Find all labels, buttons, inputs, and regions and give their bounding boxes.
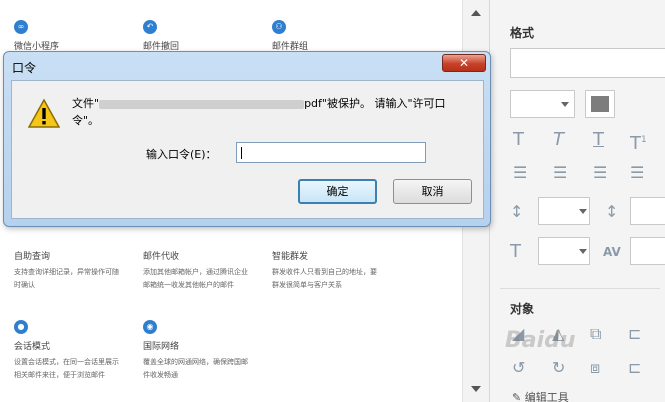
password-dialog: 口令 ✕ 文件" pdf"被保护。 请输入"许可口令"。 输入口令(E)： 确定 … xyxy=(3,51,491,227)
blurred-filename xyxy=(99,99,305,109)
link-icon: ∞ xyxy=(14,20,28,34)
feature-desc: 覆盖全球的网通网络，确保跨国邮 件收发畅通 xyxy=(143,358,248,379)
feature-name: 邮件代收 xyxy=(143,252,180,262)
dialog-body: 文件" pdf"被保护。 请输入"许可口令"。 输入口令(E)： 确定 取消 xyxy=(11,80,484,219)
text-superscript-icon[interactable]: T1 xyxy=(630,132,647,153)
feature-desc: 设置会话模式，在同一会话里展示 相关邮件来往，便于浏览邮件 xyxy=(14,358,119,379)
feature-mail-collect[interactable]: 邮件代收 添加其他邮箱帐户，通过腾讯企业 邮箱统一收发其他帐户的邮件 xyxy=(143,230,273,292)
chat-icon: ● xyxy=(14,320,28,334)
feature-desc: 支持查询详细记录，异常操作可随 时确认 xyxy=(14,268,119,289)
feature-name: 国际网络 xyxy=(143,342,180,352)
feature-conversation[interactable]: ● 会话模式 设置会话模式，在同一会话里展示 相关邮件来往，便于浏览邮件 xyxy=(14,320,144,382)
align-objects-icon[interactable]: ⊏ xyxy=(628,326,641,342)
feature-name: 会话模式 xyxy=(14,342,51,352)
align-center-icon[interactable]: ☰ xyxy=(553,165,567,181)
color-swatch xyxy=(591,96,609,112)
line-spacing-select[interactable] xyxy=(538,197,590,225)
panel-divider xyxy=(500,288,660,289)
text-scale-icon[interactable]: T xyxy=(510,243,521,261)
char-spacing-select[interactable] xyxy=(630,237,665,265)
feature-global-network[interactable]: ◉ 国际网络 覆盖全球的网通网络，确保跨国邮 件收发畅通 xyxy=(143,320,273,382)
feature-self-query[interactable]: 自助查询 支持查询详细记录，异常操作可随 时确认 xyxy=(14,230,144,292)
warning-icon xyxy=(27,98,61,132)
ok-button[interactable]: 确定 xyxy=(298,179,377,204)
feature-name: 智能群发 xyxy=(272,252,309,262)
font-size-select[interactable] xyxy=(510,90,575,118)
cancel-button[interactable]: 取消 xyxy=(393,179,472,204)
dialog-title: 口令 xyxy=(12,61,37,75)
paragraph-spacing-icon[interactable]: ↕ xyxy=(605,204,618,220)
format-input[interactable] xyxy=(510,48,665,78)
redo-arrow-icon[interactable]: ↻ xyxy=(552,360,565,376)
close-button[interactable]: ✕ xyxy=(442,54,486,72)
password-input[interactable] xyxy=(236,142,426,163)
text-scale-select[interactable] xyxy=(538,237,590,265)
password-label: 输入口令(E)： xyxy=(146,148,217,161)
group-icon: ⚇ xyxy=(272,20,286,34)
globe-icon: ◉ xyxy=(143,320,157,334)
feature-desc: 添加其他邮箱帐户，通过腾讯企业 邮箱统一收发其他帐户的邮件 xyxy=(143,268,248,289)
feature-smart-broadcast[interactable]: 智能群发 群发收件人只看到自己的地址，要 群发很简单与客户关系 xyxy=(272,230,402,292)
text-bold-icon[interactable]: T xyxy=(513,131,524,149)
align-left-icon[interactable]: ☰ xyxy=(513,165,527,181)
replace-icon[interactable]: ⧈ xyxy=(590,360,600,376)
edit-tools-label[interactable]: ✎ 编辑工具 xyxy=(512,390,569,402)
object-heading: 对象 xyxy=(510,302,535,316)
chevron-down-icon xyxy=(579,209,587,214)
char-spacing-icon[interactable]: AV xyxy=(603,244,621,260)
text-cursor xyxy=(241,147,242,159)
watermark: Baidu xyxy=(505,328,576,353)
text-italic-icon[interactable]: T xyxy=(553,131,564,149)
text-underline-icon[interactable]: T xyxy=(593,131,604,149)
undo-arrow-icon[interactable]: ↺ xyxy=(512,360,525,376)
feature-name: 自助查询 xyxy=(14,252,51,262)
chevron-down-icon xyxy=(561,102,569,107)
chevron-down-icon xyxy=(579,249,587,254)
dialog-message: 文件" pdf"被保护。 请输入"许可口令"。 xyxy=(72,95,467,129)
scroll-up-arrow-icon[interactable] xyxy=(471,10,481,16)
crop-icon[interactable]: ⧉ xyxy=(590,326,601,342)
arrange-icon[interactable]: ⊏ xyxy=(628,360,641,376)
scroll-down-arrow-icon[interactable] xyxy=(471,386,481,392)
format-heading: 格式 xyxy=(510,26,535,40)
message-prefix: 文件" xyxy=(72,97,100,110)
close-icon: ✕ xyxy=(458,56,470,70)
feature-desc: 群发收件人只看到自己的地址，要 群发很简单与客户关系 xyxy=(272,268,377,289)
line-spacing-icon[interactable]: ↕ xyxy=(510,204,523,220)
undo-icon: ↶ xyxy=(143,20,157,34)
color-picker[interactable] xyxy=(585,90,615,118)
paragraph-spacing-select[interactable] xyxy=(630,197,665,225)
align-justify-icon[interactable]: ☰ xyxy=(630,165,644,181)
align-right-icon[interactable]: ☰ xyxy=(593,165,607,181)
